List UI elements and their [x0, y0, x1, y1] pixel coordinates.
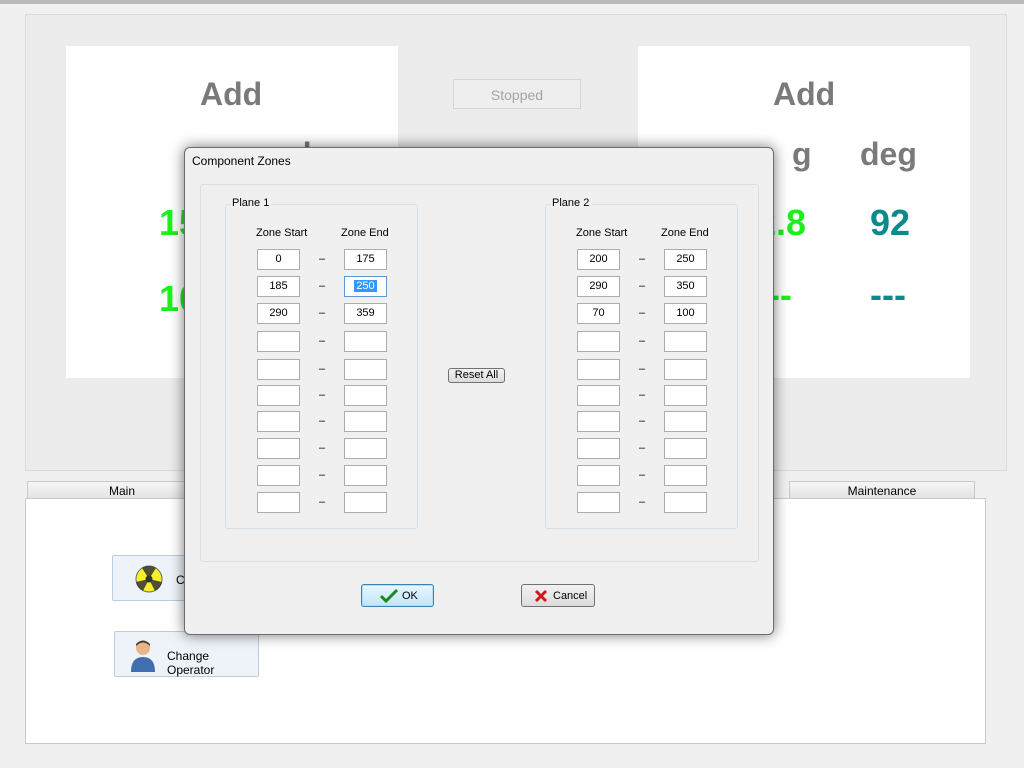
zone-range-dash: –	[638, 280, 646, 292]
plane1-zone-end-field[interactable]: 359	[344, 303, 387, 324]
zone-range-dash: –	[638, 469, 646, 481]
plane2-zone-end-field[interactable]	[664, 359, 707, 380]
plane1-zone-start-field[interactable]	[257, 465, 300, 486]
plane2-zone-start-field[interactable]	[577, 385, 620, 406]
plane1-label: Plane 1	[230, 197, 272, 209]
dialog-title: Component Zones	[192, 154, 291, 168]
plane2-label: Plane 2	[550, 197, 592, 209]
plane1-zone-start-field[interactable]	[257, 359, 300, 380]
zone-range-dash: –	[318, 307, 326, 319]
cancel-button[interactable]: Cancel	[521, 584, 595, 607]
plane2-zone-start-field[interactable]	[577, 359, 620, 380]
tab-maintenance[interactable]: Maintenance	[789, 481, 975, 499]
zone-range-dash: –	[318, 389, 326, 401]
selected-text: 250	[354, 280, 377, 292]
zone-range-dash: –	[318, 253, 326, 265]
plane2-zone-start-field[interactable]	[577, 438, 620, 459]
plane2-zone-start-field[interactable]	[577, 331, 620, 352]
plane1-zone-start-field[interactable]	[257, 411, 300, 432]
right-display-unit-g: g	[792, 136, 812, 172]
right-display-dash-deg: ---	[870, 274, 906, 315]
plane2-zone-end-field[interactable]: 250	[664, 249, 707, 270]
zone-range-dash: –	[318, 280, 326, 292]
plane1-zone-end-field[interactable]	[344, 438, 387, 459]
cancel-button-label: Cancel	[553, 590, 588, 602]
plane2-zone-start-field[interactable]: 200	[577, 249, 620, 270]
plane1-zone-end-field[interactable]	[344, 411, 387, 432]
plane1-zone-start-field[interactable]	[257, 385, 300, 406]
zone-range-dash: –	[638, 335, 646, 347]
plane1-zone-start-field[interactable]: 0	[257, 249, 300, 270]
plane2-zone-end-field[interactable]: 100	[664, 303, 707, 324]
plane2-zone-end-field[interactable]: 350	[664, 276, 707, 297]
plane2-zone-start-field[interactable]	[577, 465, 620, 486]
plane1-zone-start-field[interactable]	[257, 331, 300, 352]
right-display-unit-deg: deg	[860, 136, 917, 172]
right-display-value-deg: 92	[870, 202, 911, 243]
plane1-group: Plane 1 Zone Start Zone End 0 – 175 185 – 250…	[225, 197, 418, 529]
plane1-zone-end-field[interactable]	[344, 359, 387, 380]
plane2-zone-end-field[interactable]	[664, 411, 707, 432]
plane1-header-zone-start: Zone Start	[256, 227, 308, 239]
plane2-zone-end-field[interactable]	[664, 331, 707, 352]
component-zones-dialog: Component Zones Plane 1 Zone Start Zone …	[184, 147, 774, 635]
plane1-zone-end-field[interactable]: 175	[344, 249, 387, 270]
plane2-zone-start-field[interactable]	[577, 492, 620, 513]
plane1-zone-end-field[interactable]	[344, 492, 387, 513]
zone-range-dash: –	[318, 363, 326, 375]
plane1-zone-start-field[interactable]: 290	[257, 303, 300, 324]
plane1-zone-start-field[interactable]	[257, 438, 300, 459]
zone-range-dash: –	[638, 389, 646, 401]
change-operator-label: Change Operator	[167, 649, 215, 677]
plane2-zone-end-field[interactable]	[664, 465, 707, 486]
operator-user-icon	[129, 638, 157, 675]
zone-range-dash: –	[638, 415, 646, 427]
zone-range-dash: –	[318, 469, 326, 481]
checkmark-icon	[379, 588, 399, 607]
plane2-zone-start-field[interactable]	[577, 411, 620, 432]
left-display-title: Add	[200, 76, 263, 112]
plane1-zone-end-field[interactable]	[344, 385, 387, 406]
plane2-header-zone-end: Zone End	[661, 227, 709, 239]
zone-range-dash: –	[638, 442, 646, 454]
plane2-zone-start-field[interactable]: 70	[577, 303, 620, 324]
radiation-icon	[133, 564, 165, 597]
cancel-x-icon	[534, 589, 548, 606]
plane2-zone-end-field[interactable]	[664, 438, 707, 459]
zone-range-dash: –	[318, 415, 326, 427]
zone-range-dash: –	[638, 253, 646, 265]
plane2-zone-start-field[interactable]: 290	[577, 276, 620, 297]
zone-range-dash: –	[318, 442, 326, 454]
plane2-group: Plane 2 Zone Start Zone End 200 – 250 290 – 3…	[545, 197, 738, 529]
plane1-zone-start-field[interactable]	[257, 492, 300, 513]
ok-button-label: OK	[402, 590, 418, 602]
plane1-header-zone-end: Zone End	[341, 227, 389, 239]
plane1-zone-end-field[interactable]	[344, 465, 387, 486]
plane2-header-zone-start: Zone Start	[576, 227, 628, 239]
zone-range-dash: –	[638, 363, 646, 375]
ok-button[interactable]: OK	[361, 584, 434, 607]
plane1-zone-end-field[interactable]	[344, 331, 387, 352]
reset-all-button[interactable]: Reset All	[448, 368, 505, 383]
zone-range-dash: –	[638, 496, 646, 508]
zone-range-dash: –	[318, 335, 326, 347]
zone-range-dash: –	[318, 496, 326, 508]
plane1-zone-end-field[interactable]: 250	[344, 276, 387, 297]
zone-range-dash: –	[638, 307, 646, 319]
machine-status-indicator: Stopped	[453, 79, 581, 109]
window-top-border	[0, 0, 1024, 4]
right-display-title: Add	[773, 76, 836, 112]
plane2-zone-end-field[interactable]	[664, 492, 707, 513]
change-operator-button[interactable]: Change Operator	[114, 631, 259, 677]
plane1-zone-start-field[interactable]: 185	[257, 276, 300, 297]
plane2-zone-end-field[interactable]	[664, 385, 707, 406]
